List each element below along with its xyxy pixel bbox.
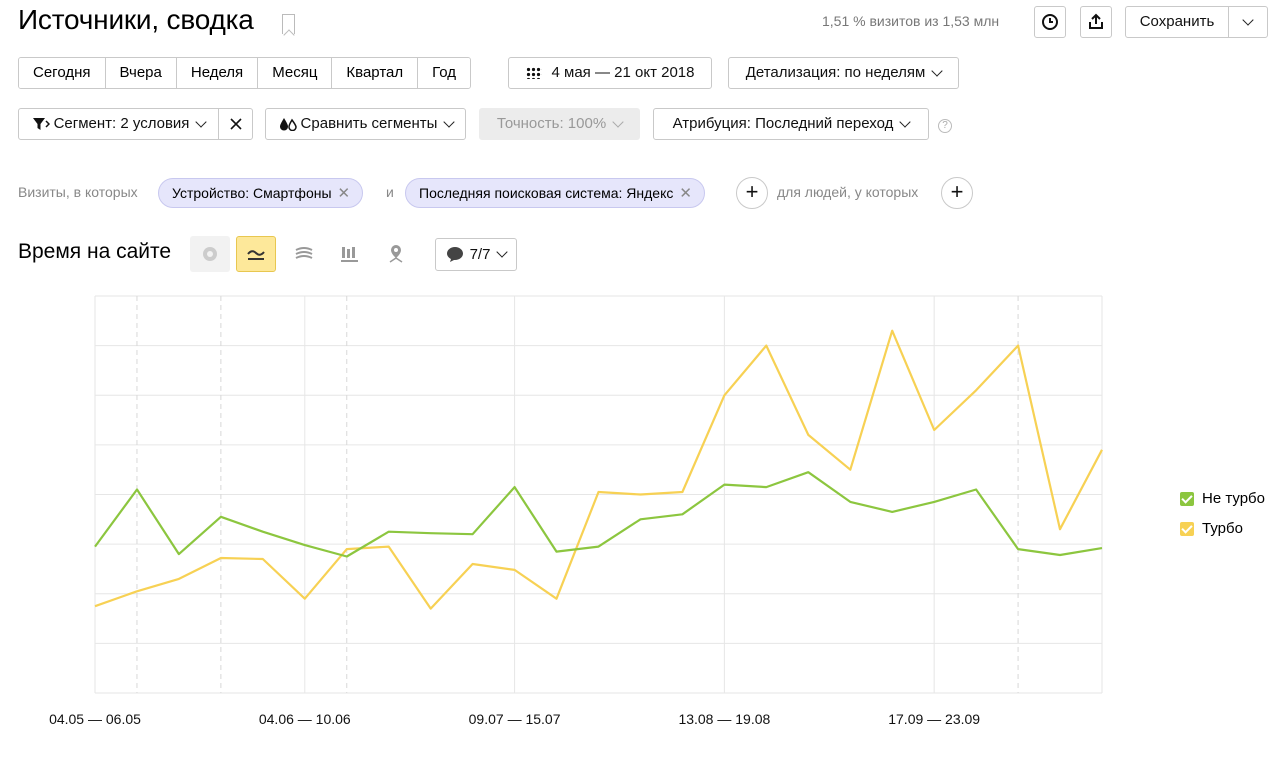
calendar-icon — [525, 67, 542, 79]
comments-dropdown[interactable]: 7/7 — [435, 238, 517, 271]
period-year[interactable]: Год — [418, 58, 471, 88]
add-condition-button[interactable]: + — [736, 177, 768, 209]
x-tick-label: 17.09 — 23.09 — [888, 711, 980, 727]
legend-label: Турбо — [1202, 520, 1243, 537]
visits-share-note: 1,51 % визитов из 1,53 млн — [822, 13, 1000, 29]
clock-icon — [1042, 14, 1058, 30]
conditions-prefix: Визиты, в которых — [18, 184, 138, 200]
chevron-down-icon — [496, 246, 509, 258]
filter-icon — [32, 118, 50, 130]
checkbox-checked-icon[interactable] — [1180, 491, 1194, 506]
condition-chip-search-engine[interactable]: Последняя поисковая система: Яндекс ✕ — [405, 178, 705, 208]
time-on-site-chart: 04.05 — 06.05 04.06 — 10.06 09.07 — 15.07 1… — [49, 295, 1103, 727]
segment-dropdown[interactable]: Сегмент: 2 условия — [18, 108, 219, 140]
date-range-button[interactable]: 4 мая — 21 окт 2018 — [508, 57, 712, 89]
conditions-and: и — [386, 184, 394, 200]
bar-chart-view-button[interactable] — [330, 236, 370, 272]
history-button[interactable] — [1034, 6, 1066, 38]
period-today[interactable]: Сегодня — [19, 58, 106, 88]
comments-count: 7/7 — [469, 245, 491, 263]
share-icon — [1089, 13, 1103, 29]
condition-chip-device[interactable]: Устройство: Смартфоны ✕ — [158, 178, 364, 208]
detail-dropdown[interactable]: Детализация: по неделям — [728, 57, 959, 89]
chevron-down-icon — [443, 115, 456, 128]
save-button-label: Сохранить — [1139, 13, 1215, 30]
pie-chart-icon — [203, 247, 217, 261]
line-chart-icon — [247, 250, 265, 260]
area-chart-icon — [295, 247, 313, 259]
close-icon — [229, 118, 242, 130]
chevron-down-icon — [931, 64, 943, 77]
series-line-turbo — [94, 329, 1103, 610]
attribution-dropdown[interactable]: Атрибуция: Последний переход — [653, 108, 929, 140]
segment-label: Сегмент: 2 условия — [53, 115, 190, 132]
x-tick-label: 04.05 — 06.05 — [49, 711, 141, 727]
accuracy-dropdown: Точность: 100% — [479, 108, 640, 140]
x-tick-label: 04.06 — 10.06 — [259, 711, 351, 727]
line-chart-view-button[interactable] — [236, 236, 276, 272]
date-range-label: 4 мая — 21 окт 2018 — [551, 64, 695, 81]
area-chart-view-button[interactable] — [284, 236, 324, 272]
chevron-down-icon — [1242, 13, 1254, 26]
attribution-label: Атрибуция: Последний переход — [672, 115, 894, 132]
condition-chip-label: Устройство: Смартфоны — [172, 185, 332, 201]
help-icon[interactable]: ? — [938, 119, 952, 133]
period-quarter[interactable]: Квартал — [332, 58, 419, 88]
comment-icon — [446, 247, 463, 262]
detail-label: Детализация: по неделям — [745, 64, 926, 81]
legend-item-not-turbo[interactable]: Не турбо — [1180, 490, 1265, 507]
legend-item-turbo[interactable]: Турбо — [1180, 520, 1243, 537]
add-people-condition-button[interactable]: + — [941, 177, 973, 209]
section-title: Время на сайте — [18, 240, 172, 263]
export-button[interactable] — [1080, 6, 1112, 38]
x-tick-label: 13.08 — 19.08 — [678, 711, 770, 727]
legend-label: Не турбо — [1202, 490, 1265, 507]
drops-icon — [279, 118, 297, 131]
remove-icon[interactable]: ✕ — [338, 185, 351, 202]
map-view-button[interactable] — [376, 236, 416, 272]
bookmark-icon[interactable] — [282, 14, 295, 34]
pie-chart-view-button[interactable] — [190, 236, 230, 272]
condition-chip-label: Последняя поисковая система: Яндекс — [419, 185, 674, 201]
chevron-down-icon — [899, 115, 912, 128]
chevron-down-icon — [612, 115, 624, 128]
compare-label: Сравнить сегменты — [300, 115, 438, 132]
bar-chart-icon — [341, 247, 358, 262]
map-pin-icon — [389, 245, 403, 263]
remove-icon[interactable]: ✕ — [679, 185, 692, 202]
checkbox-checked-icon[interactable] — [1180, 521, 1194, 536]
people-conditions-label: для людей, у которых — [777, 184, 919, 200]
save-button[interactable]: Сохранить — [1125, 6, 1229, 38]
clear-segment-button[interactable] — [218, 108, 253, 140]
period-month[interactable]: Месяц — [258, 58, 333, 88]
period-selector: Сегодня Вчера Неделя Месяц Квартал Год — [18, 57, 472, 89]
chevron-down-icon — [195, 115, 208, 128]
save-dropdown-button[interactable] — [1228, 6, 1268, 38]
period-yesterday[interactable]: Вчера — [105, 58, 177, 88]
compare-segments-dropdown[interactable]: Сравнить сегменты — [265, 108, 466, 140]
x-tick-label: 09.07 — 15.07 — [469, 711, 561, 727]
page-title: Источники, сводка — [18, 4, 254, 35]
accuracy-label: Точность: 100% — [496, 115, 607, 132]
period-week[interactable]: Неделя — [176, 58, 259, 88]
